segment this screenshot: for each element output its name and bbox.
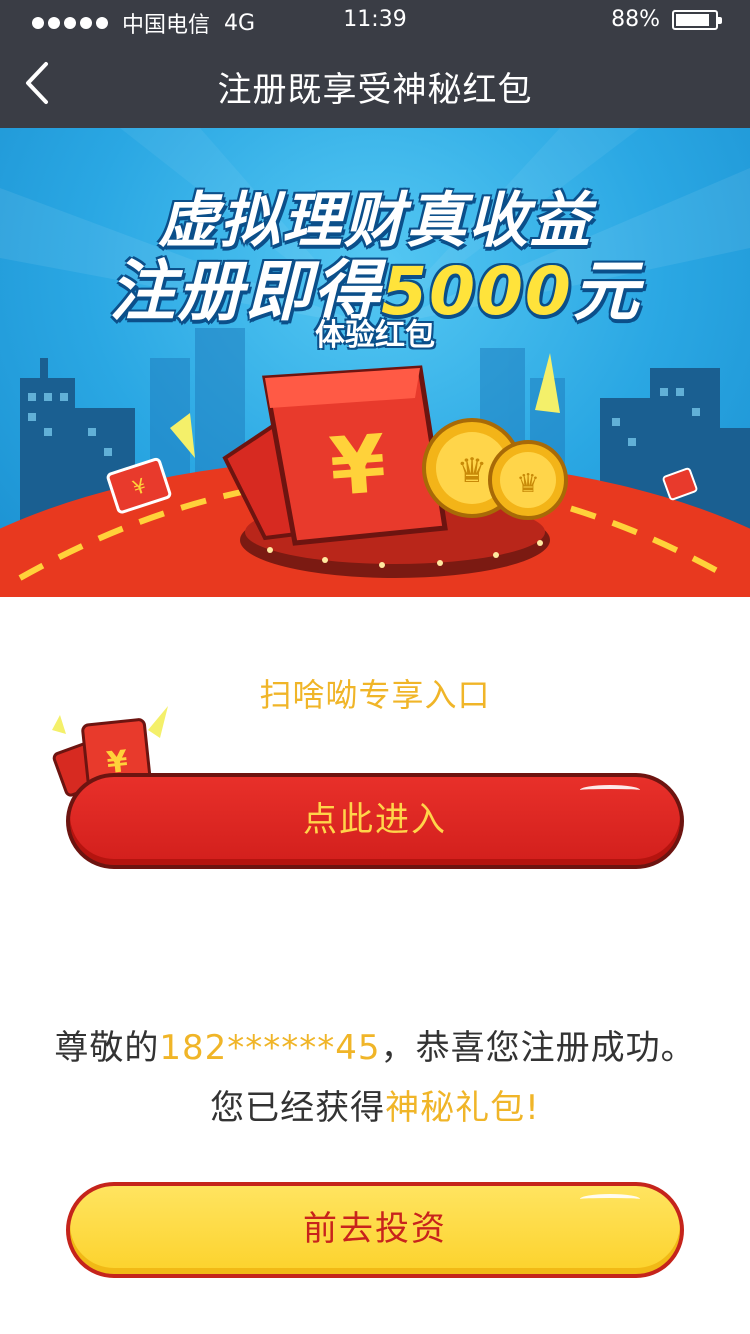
enter-button-label: 点此进入 [303,800,447,840]
welcome-message: 尊敬的182******45，恭喜您注册成功。 [0,1020,750,1069]
svg-text:♛: ♛ [457,451,487,491]
battery-icon [672,9,722,30]
red-envelope-front: ¥ [262,365,448,546]
banner-subtitle: 体验红包 [315,318,435,353]
status-bar: 中国电信 4G 11:39 88% [0,0,750,40]
gold-coin-small: ♛ [488,440,568,520]
button-gloss [580,785,640,795]
page-title: 注册既享受神秘红包 [217,70,533,110]
gift-message: 您已经获得神秘礼包! [0,1080,750,1129]
nav-bar: 注册既享受神秘红包 [0,40,750,128]
masked-phone: 182******45 [159,1028,381,1068]
gift-prefix: 您已经获得 [210,1088,386,1128]
button-gloss [580,1194,640,1204]
status-right: 88% [611,7,722,32]
battery-percent: 88% [611,7,660,32]
enter-button[interactable]: 点此进入 [66,773,684,869]
invest-button-label: 前去投资 [303,1209,447,1249]
svg-text:¥: ¥ [327,417,389,514]
welcome-prefix: 尊敬的 [54,1028,160,1068]
welcome-suffix: ，恭喜您注册成功。 [380,1028,696,1068]
gift-highlight: 神秘礼包! [385,1088,540,1128]
svg-text:♛: ♛ [516,469,539,499]
battery-fill [676,13,710,26]
promo-banner: ¥ ♛ ♛ ¥ 虚拟理财真收益 注册即得5000元 体验红包 [0,128,750,597]
invest-button[interactable]: 前去投资 [66,1182,684,1278]
